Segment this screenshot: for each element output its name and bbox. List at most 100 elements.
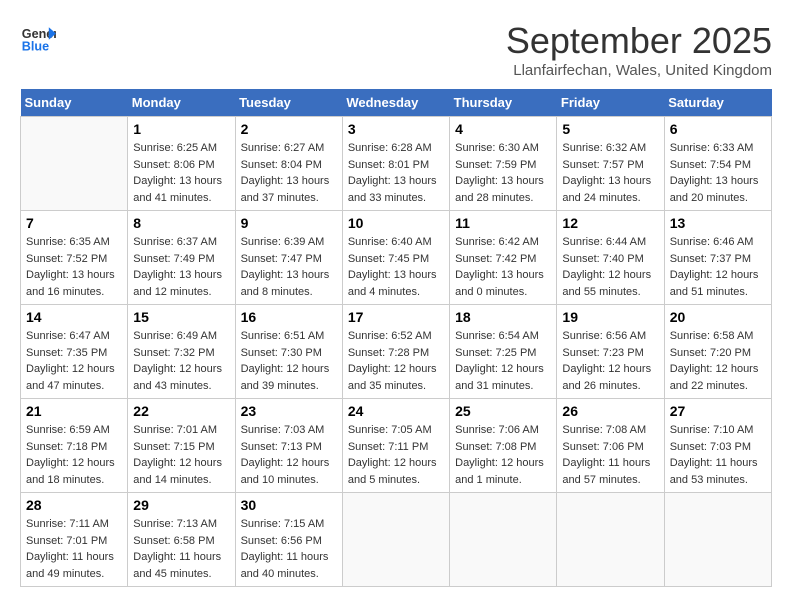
day-info: Sunrise: 6:47 AMSunset: 7:35 PMDaylight:… <box>26 328 122 394</box>
calendar-cell: 21Sunrise: 6:59 AMSunset: 7:18 PMDayligh… <box>21 399 128 493</box>
day-info-line: and 47 minutes. <box>26 380 104 392</box>
day-info: Sunrise: 6:52 AMSunset: 7:28 PMDaylight:… <box>348 328 444 394</box>
page-header: General Blue September 2025 Llanfairfech… <box>20 20 772 79</box>
day-info-line: Sunset: 7:20 PM <box>670 347 751 359</box>
calendar-cell: 22Sunrise: 7:01 AMSunset: 7:15 PMDayligh… <box>128 399 235 493</box>
day-info-line: Sunset: 8:04 PM <box>241 159 322 171</box>
day-info-line: Daylight: 12 hours <box>348 457 437 469</box>
day-info-line: Sunset: 7:18 PM <box>26 441 107 453</box>
day-info: Sunrise: 7:05 AM Sunset: 7:11 PM Daylight:… <box>348 422 444 488</box>
day-info-line: Daylight: 12 hours <box>26 457 115 469</box>
day-info-line: Sunset: 7:45 PM <box>348 253 429 265</box>
day-info: Sunrise: 6:59 AMSunset: 7:18 PMDaylight:… <box>26 422 122 488</box>
day-info-line: Daylight: 12 hours <box>670 363 759 375</box>
day-info-line: Sunrise: 6:40 AM <box>348 236 432 248</box>
day-number: 18 <box>455 309 551 325</box>
day-info-line: Sunset: 7:30 PM <box>241 347 322 359</box>
month-title: September 2025 <box>506 20 772 62</box>
day-info: Sunrise: 7:08 AMSunset: 7:06 PMDaylight:… <box>562 422 658 488</box>
calendar-cell: 7 Sunrise: 6:35 AM Sunset: 7:52 PM Daylight… <box>21 211 128 305</box>
day-number: 17 <box>348 309 444 325</box>
calendar-cell: 19Sunrise: 6:56 AMSunset: 7:23 PMDayligh… <box>557 305 664 399</box>
day-number: 22 <box>133 403 229 419</box>
calendar-cell: 5Sunrise: 6:32 AMSunset: 7:57 PMDaylight… <box>557 117 664 211</box>
day-info-line: and 37 minutes. <box>241 192 319 204</box>
day-info-line: Daylight: 13 hours <box>670 175 759 187</box>
calendar-cell: 2 Sunrise: 6:27 AMSunset: 8:04 PMDaylight… <box>235 117 342 211</box>
day-info-line: Sunset: 7:40 PM <box>562 253 643 265</box>
calendar-cell: 25Sunrise: 7:06 AMSunset: 7:08 PMDayligh… <box>450 399 557 493</box>
weekday-header: Sunday <box>21 89 128 117</box>
day-info-line: and 12 minutes. <box>133 286 211 298</box>
day-info-line: Sunrise: 6:37 AM <box>133 236 217 248</box>
day-info-line: Daylight: 13 hours <box>241 269 330 281</box>
calendar-cell: 6 Sunrise: 6:33 AMSunset: 7:54 PMDaylight… <box>664 117 771 211</box>
day-info-line: Sunrise: 6:39 AM <box>241 236 325 248</box>
day-number: 5 <box>562 121 658 137</box>
day-info-line: Sunrise: 7:08 AM <box>562 424 646 436</box>
day-info-line: Daylight: 12 hours <box>670 269 759 281</box>
calendar-cell: 12Sunrise: 6:44 AMSunset: 7:40 PMDayligh… <box>557 211 664 305</box>
calendar-cell <box>342 493 449 587</box>
day-info: Sunrise: 6:37 AMSunset: 7:49 PMDaylight:… <box>133 234 229 300</box>
day-info-line: Sunset: 7:25 PM <box>455 347 536 359</box>
day-info: Sunrise: 6:30 AMSunset: 7:59 PMDaylight:… <box>455 140 551 206</box>
calendar-cell: 29Sunrise: 7:13 AMSunset: 6:58 PMDayligh… <box>128 493 235 587</box>
day-number: 14 <box>26 309 122 325</box>
day-number: 27 <box>670 403 766 419</box>
day-info-line: and 53 minutes. <box>670 474 748 486</box>
day-number: 1 <box>133 121 229 137</box>
day-number: 7 <box>26 215 122 231</box>
calendar-week-row: 1Sunrise: 6:25 AMSunset: 8:06 PMDaylight… <box>21 117 772 211</box>
day-info-line: Daylight: 12 hours <box>241 363 330 375</box>
day-info-line: Sunrise: 7:05 AM <box>348 424 432 436</box>
calendar-cell: 24Sunrise: 7:05 AMSunset: 7:11 PMDayligh… <box>342 399 449 493</box>
calendar-cell: 1Sunrise: 6:25 AMSunset: 8:06 PMDaylight… <box>128 117 235 211</box>
calendar-cell: 27Sunrise: 7:10 AMSunset: 7:03 PMDayligh… <box>664 399 771 493</box>
day-info-line: Sunrise: 6:54 AM <box>455 330 539 342</box>
day-info-line: and 18 minutes. <box>26 474 104 486</box>
day-info-line: and 16 minutes. <box>26 286 104 298</box>
day-info-line: Sunset: 7:03 PM <box>670 441 751 453</box>
day-number: 6 <box>670 121 766 137</box>
day-number: 30 <box>241 497 337 513</box>
day-info-line: and 40 minutes. <box>241 568 319 580</box>
calendar-cell: 16Sunrise: 6:51 AMSunset: 7:30 PMDayligh… <box>235 305 342 399</box>
day-info-line: Sunrise: 6:25 AM <box>133 142 217 154</box>
calendar-cell: 8Sunrise: 6:37 AMSunset: 7:49 PMDaylight… <box>128 211 235 305</box>
day-number: 26 <box>562 403 658 419</box>
day-info-line: Sunset: 7:52 PM <box>26 253 107 265</box>
day-info-line: Sunrise: 6:58 AM <box>670 330 754 342</box>
day-info: Sunrise: 7:03 AMSunset: 7:13 PMDaylight:… <box>241 422 337 488</box>
day-info: Sunrise: 6:51 AMSunset: 7:30 PMDaylight:… <box>241 328 337 394</box>
day-info-line: Daylight: 13 hours <box>348 269 437 281</box>
calendar-cell <box>557 493 664 587</box>
day-info: Sunrise: 6:27 AMSunset: 8:04 PMDaylight:… <box>241 140 337 206</box>
day-info-line: Sunrise: 6:44 AM <box>562 236 646 248</box>
day-info-line: Sunrise: 7:06 AM <box>455 424 539 436</box>
day-info-line: Sunset: 7:08 PM <box>455 441 536 453</box>
calendar-cell: 14 Sunrise: 6:47 AMSunset: 7:35 PMDayligh… <box>21 305 128 399</box>
day-info: Sunrise: 6:33 AMSunset: 7:54 PMDaylight:… <box>670 140 766 206</box>
day-info-line: Sunset: 6:58 PM <box>133 535 214 547</box>
day-info: Sunrise: 6:44 AMSunset: 7:40 PMDaylight:… <box>562 234 658 300</box>
calendar-cell <box>21 117 128 211</box>
day-info-line: and 49 minutes. <box>26 568 104 580</box>
day-number: 2 <box>241 121 337 137</box>
calendar-table: SundayMondayTuesdayWednesdayThursdayFrid… <box>20 89 772 587</box>
day-number: 28 <box>26 497 122 513</box>
calendar-cell: 26 Sunrise: 7:08 AMSunset: 7:06 PMDayligh… <box>557 399 664 493</box>
day-info-line: Sunrise: 6:35 AM <box>26 236 110 248</box>
day-info-line: and 4 minutes. <box>348 286 420 298</box>
weekday-header: Saturday <box>664 89 771 117</box>
calendar-cell: 18Sunrise: 6:54 AMSunset: 7:25 PMDayligh… <box>450 305 557 399</box>
day-info-line: Sunset: 7:54 PM <box>670 159 751 171</box>
day-info-line: and 41 minutes. <box>133 192 211 204</box>
day-info-line: and 14 minutes. <box>133 474 211 486</box>
calendar-cell: 3Sunrise: 6:28 AMSunset: 8:01 PMDaylight… <box>342 117 449 211</box>
day-info-line: Daylight: 13 hours <box>26 269 115 281</box>
weekday-header: Wednesday <box>342 89 449 117</box>
day-number: 3 <box>348 121 444 137</box>
day-info-line: Sunrise: 6:28 AM <box>348 142 432 154</box>
day-info-line: Sunset: 7:11 PM <box>348 441 429 453</box>
